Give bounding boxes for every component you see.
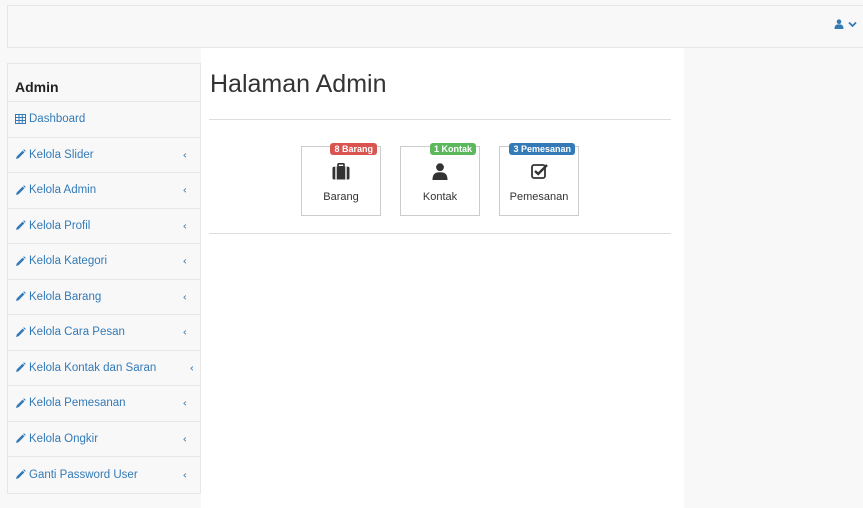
briefcase-icon (302, 163, 380, 180)
sidebar-title: Admin (8, 64, 200, 102)
chevron-left-icon: ‹ (182, 148, 187, 162)
top-navbar (7, 5, 863, 48)
count-badge: 1 Kontak (429, 143, 476, 155)
sidebar-item-label: Kelola Admin (29, 184, 97, 197)
sidebar-item-label: Kelola Kontak dan Saran (29, 361, 157, 374)
sidebar-item-kelola-barang[interactable]: Kelola Barang ‹ (8, 279, 200, 315)
sidebar-item-kelola-kontak-dan-saran[interactable]: Kelola Kontak dan Saran ‹ (8, 350, 200, 386)
sidebar-item-label: Kelola Kategori (29, 255, 107, 268)
chevron-left-icon: ‹ (182, 468, 187, 482)
tile-label: Pemesanan (509, 191, 569, 203)
tile-pemesanan[interactable]: 3 Pemesanan Pemesanan (499, 143, 579, 216)
chevron-left-icon: ‹ (182, 432, 187, 446)
sidebar-item-label: Kelola Barang (29, 290, 102, 303)
pencil-icon (14, 291, 26, 303)
user-icon (401, 163, 479, 180)
page-title: Halaman Admin (210, 70, 387, 98)
sidebar-item-label: Dashboard (29, 113, 86, 126)
tile-label: Kontak (422, 191, 458, 203)
pencil-icon (14, 184, 26, 196)
pencil-icon (14, 433, 26, 445)
table-icon (14, 113, 26, 125)
sidebar-item-kelola-admin[interactable]: Kelola Admin ‹ (8, 173, 200, 209)
sidebar-item-dashboard[interactable]: Dashboard (8, 102, 200, 138)
sidebar-item-label: Ganti Password User (29, 468, 138, 481)
main-content: Halaman Admin 8 Barang Barang 1 Kontak K… (201, 48, 684, 508)
sidebar-item-label: Kelola Profil (29, 219, 91, 232)
sidebar-item-label: Kelola Slider (29, 148, 94, 161)
pencil-icon (14, 149, 26, 161)
divider (209, 119, 671, 120)
sidebar-item-kelola-profil[interactable]: Kelola Profil ‹ (8, 208, 200, 244)
pencil-icon (14, 255, 26, 267)
chevron-left-icon: ‹ (182, 183, 187, 197)
pencil-icon (14, 397, 26, 409)
count-badge: 3 Pemesanan (509, 143, 575, 155)
sidebar-item-label: Kelola Pemesanan (29, 397, 126, 410)
divider (209, 233, 671, 234)
tile-kontak[interactable]: 1 Kontak Kontak (400, 143, 480, 216)
chevron-left-icon: ‹ (182, 290, 187, 304)
admin-page: Admin Dashboard Kelola Slider ‹ Kelola A… (0, 0, 863, 508)
user-dropdown-toggle[interactable] (834, 19, 857, 29)
sidebar-item-kelola-slider[interactable]: Kelola Slider ‹ (8, 137, 200, 173)
sidebar-item-label: Kelola Cara Pesan (29, 326, 125, 339)
chevron-left-icon: ‹ (182, 396, 187, 410)
tile-label: Barang (323, 191, 359, 203)
chevron-left-icon: ‹ (182, 325, 187, 339)
tile-barang[interactable]: 8 Barang Barang (301, 143, 381, 216)
sidebar: Admin Dashboard Kelola Slider ‹ Kelola A… (7, 63, 201, 494)
pencil-icon (14, 220, 26, 232)
check-square-icon (500, 163, 578, 179)
chevron-left-icon: ‹ (182, 219, 187, 233)
sidebar-item-kelola-ongkir[interactable]: Kelola Ongkir ‹ (8, 421, 200, 457)
sidebar-item-kelola-pemesanan[interactable]: Kelola Pemesanan ‹ (8, 386, 200, 422)
chevron-left-icon: ‹ (189, 361, 194, 375)
sidebar-item-label: Kelola Ongkir (29, 432, 99, 445)
pencil-icon (14, 326, 26, 338)
chevron-left-icon: ‹ (182, 254, 187, 268)
user-icon (834, 19, 844, 29)
chevron-down-icon (848, 21, 857, 28)
sidebar-item-kelola-kategori[interactable]: Kelola Kategori ‹ (8, 244, 200, 280)
count-badge: 8 Barang (330, 143, 377, 155)
sidebar-item-ganti-password-user[interactable]: Ganti Password User ‹ (8, 457, 200, 493)
pencil-icon (14, 362, 26, 374)
pencil-icon (14, 469, 26, 481)
sidebar-item-kelola-cara-pesan[interactable]: Kelola Cara Pesan ‹ (8, 315, 200, 351)
